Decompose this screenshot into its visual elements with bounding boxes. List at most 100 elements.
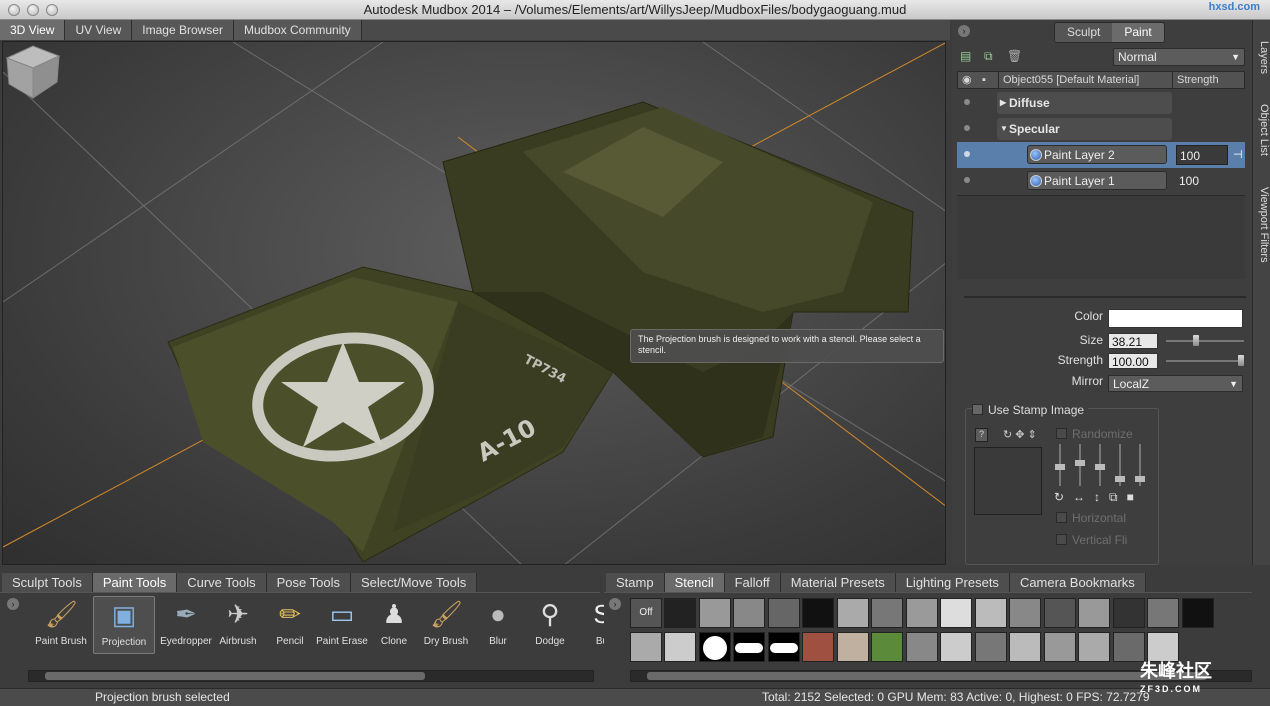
stencil-thumbnail[interactable] [1147,632,1179,662]
visibility-dot-icon[interactable] [964,177,970,183]
delete-layer-icon[interactable]: 🗑 [1007,50,1022,63]
stencil-thumbnail[interactable] [1009,598,1041,628]
channel-diffuse[interactable]: ▶ Diffuse [997,92,1172,114]
stencil-thumbnail[interactable] [698,598,731,628]
side-tab-layers[interactable]: Layers [1254,28,1270,88]
stencil-thumbnail[interactable] [664,598,696,628]
tab-lighting-presets[interactable]: Lighting Presets [895,573,1010,592]
stencil-thumbnail[interactable] [836,598,869,628]
tab-uv-view[interactable]: UV View [65,20,133,40]
stencil-thumbnail[interactable] [1112,598,1145,628]
stencil-thumbnail[interactable] [767,632,800,662]
paint-layer-row[interactable]: Paint Layer 1 100 [957,168,1245,194]
layer-strength-field[interactable]: 100 [1176,171,1228,191]
visibility-eye-icon[interactable]: ◉ [958,72,978,88]
collapse-arrow-icon[interactable]: ▼ [1000,118,1008,140]
stencil-thumbnail[interactable] [974,632,1007,662]
stamp-preview[interactable] [974,447,1042,515]
stencil-thumbnail[interactable] [940,632,972,662]
stencil-thumbnail[interactable] [733,598,765,628]
strength-slider-handle[interactable] [1238,355,1244,366]
size-slider-handle[interactable] [1193,335,1200,346]
checkbox-icon[interactable] [1056,428,1067,439]
tool-projection[interactable]: ▣ Projection [93,596,155,654]
tab-paint-tools[interactable]: Paint Tools [92,573,178,592]
tab-sculpt-tools[interactable]: Sculpt Tools [2,573,93,592]
side-tab-viewport-filters[interactable]: Viewport Filters [1254,170,1270,280]
view-cube[interactable] [3,42,63,100]
stencil-thumbnail[interactable] [698,632,731,662]
stencil-thumbnail[interactable] [905,632,938,662]
tab-material-presets[interactable]: Material Presets [780,573,896,592]
tab-stencil[interactable]: Stencil [664,573,725,592]
stencil-thumbnail[interactable] [1181,598,1214,628]
tab-stamp[interactable]: Stamp [606,573,665,592]
size-input[interactable]: 38.21 [1108,333,1158,349]
new-layer-icon[interactable]: ▤ [960,50,973,63]
duplicate-layer-icon[interactable]: ⧉ [984,50,997,63]
size-slider[interactable] [1166,335,1244,346]
tab-3d-view[interactable]: 3D View [0,20,66,40]
visibility-dot-icon[interactable] [964,99,970,105]
color-swatch[interactable] [1108,309,1243,328]
stencil-thumbnail[interactable] [767,598,800,628]
stencil-thumbnail[interactable] [802,632,834,662]
stencil-thumbnail[interactable] [940,598,972,628]
window-controls[interactable] [8,4,58,16]
stencil-thumbnail[interactable] [974,598,1007,628]
scroll-thumb[interactable] [647,672,1207,680]
stencil-thumbnail[interactable] [1043,598,1076,628]
tab-falloff[interactable]: Falloff [724,573,781,592]
tab-pose-tools[interactable]: Pose Tools [266,573,351,592]
stencil-thumbnail[interactable] [1147,598,1179,628]
tab-mudbox-community[interactable]: Mudbox Community [233,20,362,40]
paint-layer-name[interactable]: Paint Layer 2 [1027,145,1167,164]
visibility-dot-icon[interactable] [964,125,970,131]
stamp-rotate-flip-icons[interactable]: ↻ ✥ ⇕ [1003,428,1037,441]
tab-paint-layers[interactable]: Paint [1112,23,1164,42]
3d-viewport[interactable]: A-10 TP734 The Projection brush is desig… [2,41,946,565]
stencil-thumbnail[interactable] [871,632,903,662]
randomize-checkbox[interactable]: Randomize [1056,427,1133,441]
panel-splitter[interactable] [964,296,1246,298]
stencil-thumbnail[interactable] [1009,632,1041,662]
stamp-help-icon[interactable]: ? [975,428,988,442]
checkbox-icon[interactable] [972,404,983,415]
stencil-thumbnail[interactable] [630,632,662,662]
tool-paint-brush[interactable]: 🖌 Paint Brush [30,596,92,654]
visibility-dot-icon[interactable] [964,151,970,157]
horizontal-flip-checkbox[interactable]: Horizontal [1056,511,1126,525]
expand-arrow-icon[interactable]: ▶ [1000,92,1006,114]
channel-row-specular[interactable]: ▼ Specular [957,116,1245,142]
stencil-thumbnail[interactable] [733,632,765,662]
stencil-thumbnail[interactable] [905,598,938,628]
close-window-button[interactable] [8,4,20,16]
stencil-thumbnail[interactable] [836,632,869,662]
paint-layer-row[interactable]: Paint Layer 2 100 ⊣ [957,142,1245,168]
stencil-thumbnail[interactable] [1112,632,1145,662]
stamp-mini-sliders[interactable] [1052,440,1148,490]
stencil-thumbnail[interactable] [1078,632,1110,662]
layer-strength-field[interactable]: 100 [1176,145,1228,165]
tab-camera-bookmarks[interactable]: Camera Bookmarks [1009,573,1146,592]
channel-specular[interactable]: ▼ Specular [997,118,1172,140]
stencil-thumbnail[interactable] [1043,632,1076,662]
strength-slider[interactable] [1166,355,1244,366]
panel-collapse-icon[interactable]: › [958,25,970,37]
stencil-thumbnail[interactable] [664,632,696,662]
minimize-window-button[interactable] [27,4,39,16]
tab-select-move-tools[interactable]: Select/Move Tools [350,573,478,592]
channel-row-diffuse[interactable]: ▶ Diffuse [957,90,1245,116]
tool-tray-scrollbar[interactable] [28,670,594,682]
scroll-thumb[interactable] [45,672,425,680]
stencil-thumbnail[interactable] [802,598,834,628]
layer-lock-icon[interactable]: ⊣ [1233,148,1243,161]
stencil-thumbnail[interactable] [871,598,903,628]
paint-layer-name[interactable]: Paint Layer 1 [1027,171,1167,190]
tab-sculpt-layers[interactable]: Sculpt [1055,23,1113,42]
vertical-flip-checkbox[interactable]: Vertical Fli [1056,533,1127,547]
strength-input[interactable]: 100.00 [1108,353,1158,369]
zoom-window-button[interactable] [46,4,58,16]
stencil-off-button[interactable]: Off [630,598,662,628]
lock-icon[interactable]: ▪ [978,72,998,88]
